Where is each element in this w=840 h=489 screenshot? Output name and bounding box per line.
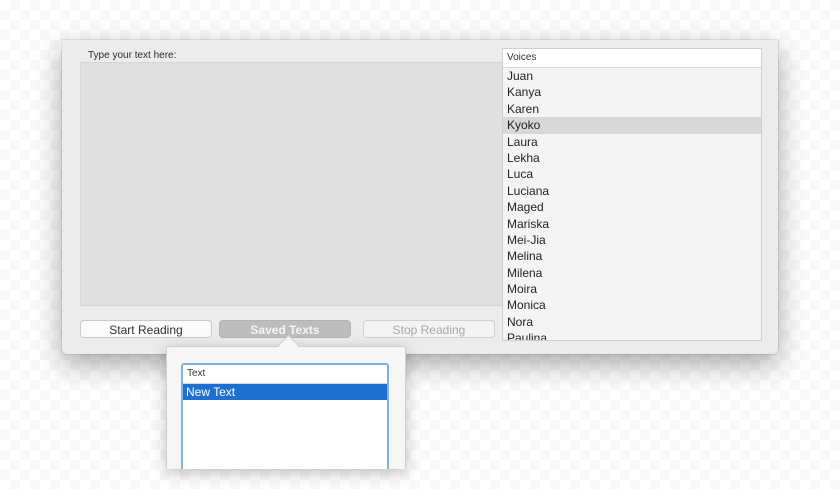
voice-item[interactable]: Monica bbox=[503, 297, 761, 313]
saved-texts-table[interactable]: Text New Text bbox=[181, 363, 389, 469]
voice-item[interactable]: Melina bbox=[503, 248, 761, 264]
voice-item[interactable]: Moira bbox=[503, 281, 761, 297]
voices-column-header[interactable]: Voices bbox=[503, 49, 761, 68]
voice-item[interactable]: Kanya bbox=[503, 84, 761, 100]
saved-texts-button[interactable]: Saved Texts bbox=[219, 320, 351, 338]
voice-item[interactable]: Paulina bbox=[503, 330, 761, 340]
voice-item[interactable]: Maged bbox=[503, 199, 761, 215]
voice-item[interactable]: Mariska bbox=[503, 216, 761, 232]
text-input-area[interactable] bbox=[80, 62, 524, 306]
voice-item[interactable]: Luca bbox=[503, 166, 761, 182]
voice-item[interactable]: Juan bbox=[503, 68, 761, 84]
saved-texts-column-header[interactable]: Text bbox=[183, 365, 387, 384]
text-prompt-label: Type your text here: bbox=[88, 50, 177, 61]
saved-texts-popover: Text New Text bbox=[166, 346, 406, 469]
voice-item[interactable]: Lekha bbox=[503, 150, 761, 166]
speech-window: Type your text here: Start Reading Saved… bbox=[62, 40, 778, 354]
saved-text-row-selected[interactable]: New Text bbox=[183, 384, 387, 400]
voice-item[interactable]: Mei-Jia bbox=[503, 232, 761, 248]
start-reading-button[interactable]: Start Reading bbox=[80, 320, 212, 338]
voices-list[interactable]: Voices Juan Kanya Karen Kyoko Laura Lekh… bbox=[502, 48, 762, 341]
voice-item-selected[interactable]: Kyoko bbox=[503, 117, 761, 134]
stop-reading-button[interactable]: Stop Reading bbox=[363, 320, 495, 338]
voice-item[interactable]: Karen bbox=[503, 101, 761, 117]
voice-item[interactable]: Luciana bbox=[503, 183, 761, 199]
voice-item[interactable]: Laura bbox=[503, 134, 761, 150]
voice-item[interactable]: Nora bbox=[503, 314, 761, 330]
voice-item[interactable]: Milena bbox=[503, 265, 761, 281]
